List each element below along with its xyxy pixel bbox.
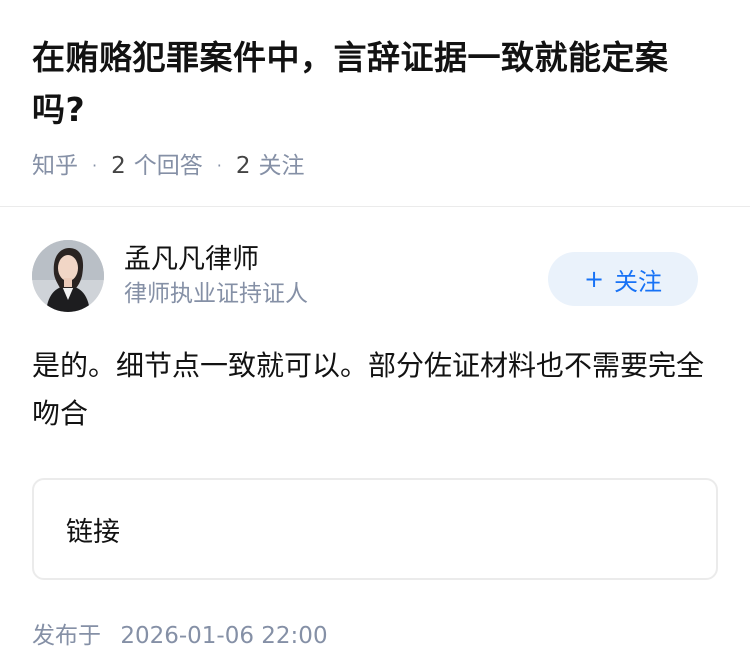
publish-time: 2026-01-06 22:00 — [120, 623, 328, 649]
publish-info: 发布于 2026-01-06 22:00 — [0, 616, 750, 650]
author-name[interactable]: 孟凡凡律师 — [124, 242, 308, 278]
plus-icon: + — [583, 265, 605, 293]
source-label[interactable]: 知乎 — [32, 148, 78, 184]
author-badge: 律师执业证持证人 — [124, 281, 308, 307]
follow-count: 2 — [235, 153, 251, 179]
author-row: 孟凡凡律师 律师执业证持证人 + 关注 — [0, 207, 750, 320]
question-title[interactable]: 在贿赂犯罪案件中，言辞证据一致就能定案吗? — [32, 32, 718, 136]
link-card[interactable]: 链接 — [32, 478, 718, 580]
separator-dot: · — [216, 156, 222, 175]
author-info: 孟凡凡律师 律师执业证持证人 — [124, 242, 308, 310]
separator-dot: · — [92, 156, 98, 175]
follow-button-label: 关注 — [614, 267, 663, 296]
follow-button[interactable]: + 关注 — [548, 252, 698, 306]
avatar-portrait-icon — [32, 240, 104, 312]
answer-count: 2 — [111, 153, 126, 179]
question-meta: 知乎 · 2 个回答 · 2 关注 — [32, 146, 718, 186]
answer-content: 是的。细节点一致就可以。部分佐证材料也不需要完全吻合 — [32, 349, 705, 430]
publish-label: 发布于 — [32, 623, 101, 649]
answer-count-label: 个回答 — [133, 153, 203, 179]
avatar[interactable] — [32, 240, 104, 312]
question-header: 在贿赂犯罪案件中，言辞证据一致就能定案吗? 知乎 · 2 个回答 · 2 关注 — [0, 0, 750, 186]
link-card-label: 链接 — [66, 516, 120, 548]
follow-count-label: 关注 — [258, 153, 305, 179]
